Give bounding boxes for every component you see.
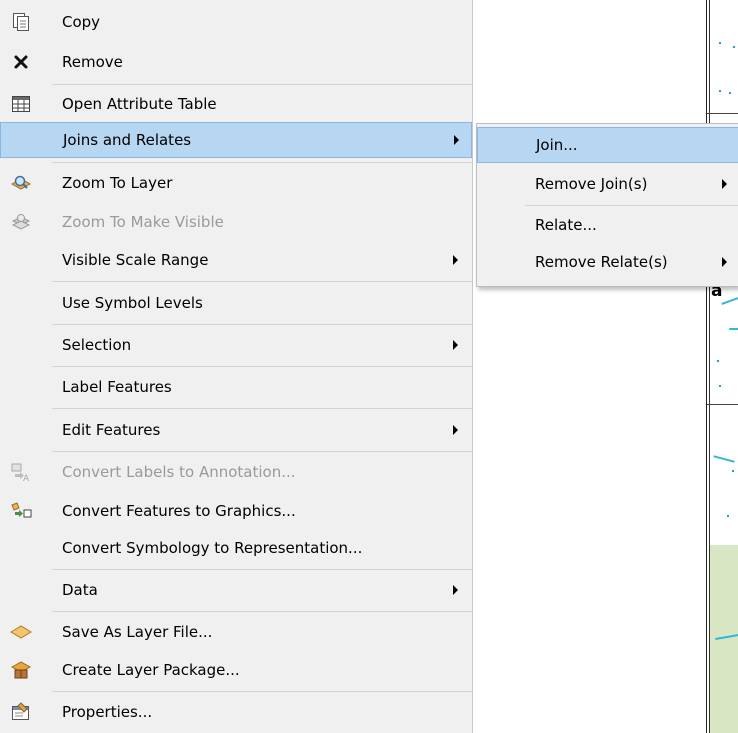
svg-text:A: A xyxy=(23,474,30,482)
menu-separator xyxy=(52,324,472,325)
map-feature-dot xyxy=(719,42,721,44)
submenu-arrow-icon xyxy=(454,135,459,145)
properties-icon xyxy=(10,702,32,722)
menu-item-label: Label Features xyxy=(62,378,172,396)
menu-item-label: Selection xyxy=(62,336,132,354)
menu-item-convert-features-to-graphics[interactable]: Convert Features to Graphics... xyxy=(0,493,472,529)
menu-item-label: Properties... xyxy=(62,703,153,721)
menu-item-label: Create Layer Package... xyxy=(62,661,240,679)
menu-item-label: Visible Scale Range xyxy=(62,251,209,269)
table-icon xyxy=(10,94,32,114)
remove-x-icon xyxy=(10,52,32,72)
menu-separator xyxy=(52,162,472,163)
submenu-item-relate[interactable]: Relate... xyxy=(477,207,738,243)
submenu-arrow-icon xyxy=(722,257,727,267)
menu-separator xyxy=(52,84,472,85)
copy-icon xyxy=(10,12,32,32)
menu-item-data[interactable]: Data xyxy=(0,572,472,608)
menu-separator xyxy=(52,366,472,367)
menu-item-label: Copy xyxy=(62,13,101,31)
menu-item-edit-features[interactable]: Edit Features xyxy=(0,412,472,448)
joins-and-relates-submenu: Join... Remove Join(s) Relate... Remove … xyxy=(476,123,738,287)
submenu-separator xyxy=(525,205,738,206)
map-river xyxy=(713,455,735,463)
submenu-arrow-icon xyxy=(453,340,458,350)
menu-item-use-symbol-levels[interactable]: Use Symbol Levels xyxy=(0,285,472,321)
menu-item-selection[interactable]: Selection xyxy=(0,327,472,363)
menu-separator xyxy=(52,281,472,282)
submenu-item-label: Relate... xyxy=(535,216,597,234)
submenu-arrow-icon xyxy=(722,179,727,189)
map-feature-dot xyxy=(717,360,719,362)
menu-item-joins-and-relates[interactable]: Joins and Relates xyxy=(0,122,472,158)
menu-item-label: Data xyxy=(62,581,98,599)
menu-item-label: Remove xyxy=(62,53,123,71)
menu-item-label: Save As Layer File... xyxy=(62,623,213,641)
map-feature-dot xyxy=(732,470,734,472)
menu-item-copy[interactable]: Copy xyxy=(0,4,472,40)
menu-item-create-layer-package[interactable]: Create Layer Package... xyxy=(0,652,472,688)
menu-item-properties[interactable]: Properties... xyxy=(0,694,472,730)
menu-item-visible-scale-range[interactable]: Visible Scale Range xyxy=(0,242,472,278)
submenu-item-label: Remove Join(s) xyxy=(535,175,648,193)
map-feature-dot xyxy=(719,385,721,387)
menu-item-label: Zoom To Layer xyxy=(62,174,173,192)
map-grid-line xyxy=(707,113,738,114)
menu-item-save-as-layer-file[interactable]: Save As Layer File... xyxy=(0,614,472,650)
submenu-arrow-icon xyxy=(453,425,458,435)
menu-separator xyxy=(52,408,472,409)
map-view[interactable]: a xyxy=(706,0,738,733)
layer-package-icon xyxy=(10,660,32,680)
menu-item-zoom-to-layer[interactable]: Zoom To Layer xyxy=(0,165,472,201)
convert-labels-icon: A xyxy=(10,462,32,482)
map-grid-line xyxy=(707,404,738,405)
menu-item-zoom-to-make-visible[interactable]: Zoom To Make Visible xyxy=(0,204,472,240)
convert-features-icon xyxy=(10,501,32,521)
menu-item-label: Use Symbol Levels xyxy=(62,294,203,312)
submenu-item-join[interactable]: Join... xyxy=(477,127,738,163)
map-river xyxy=(729,328,738,330)
map-feature-dot xyxy=(729,92,731,94)
submenu-item-remove-joins[interactable]: Remove Join(s) xyxy=(477,166,738,202)
submenu-item-label: Join... xyxy=(536,136,578,154)
menu-item-label: Joins and Relates xyxy=(63,131,192,149)
zoom-to-layer-icon xyxy=(10,173,32,193)
menu-item-label: Convert Symbology to Representation... xyxy=(62,539,363,557)
layer-file-icon xyxy=(10,622,32,642)
menu-item-convert-labels-to-annotation[interactable]: A Convert Labels to Annotation... xyxy=(0,454,472,490)
menu-item-label: Convert Features to Graphics... xyxy=(62,502,296,520)
map-feature-dot xyxy=(733,46,735,48)
menu-item-label: Zoom To Make Visible xyxy=(62,213,224,231)
map-river xyxy=(721,296,738,306)
menu-item-label: Edit Features xyxy=(62,421,161,439)
menu-item-remove[interactable]: Remove xyxy=(0,44,472,80)
menu-separator xyxy=(52,611,472,612)
submenu-item-remove-relates[interactable]: Remove Relate(s) xyxy=(477,244,738,280)
submenu-item-label: Remove Relate(s) xyxy=(535,253,668,271)
menu-item-convert-symbology-to-representation[interactable]: Convert Symbology to Representation... xyxy=(0,530,472,566)
menu-separator xyxy=(52,451,472,452)
menu-separator xyxy=(52,691,472,692)
zoom-to-make-visible-icon xyxy=(10,212,32,232)
submenu-arrow-icon xyxy=(453,585,458,595)
map-feature-dot xyxy=(719,90,721,92)
submenu-arrow-icon xyxy=(453,255,458,265)
menu-item-label: Convert Labels to Annotation... xyxy=(62,463,296,481)
layer-context-menu: Copy Remove Open Attribute Table Joins a… xyxy=(0,0,473,733)
menu-item-label: Open Attribute Table xyxy=(62,95,217,113)
map-feature-dot xyxy=(727,515,729,517)
menu-separator xyxy=(52,569,472,570)
menu-item-open-attribute-table[interactable]: Open Attribute Table xyxy=(0,86,472,122)
menu-item-label-features[interactable]: Label Features xyxy=(0,369,472,405)
